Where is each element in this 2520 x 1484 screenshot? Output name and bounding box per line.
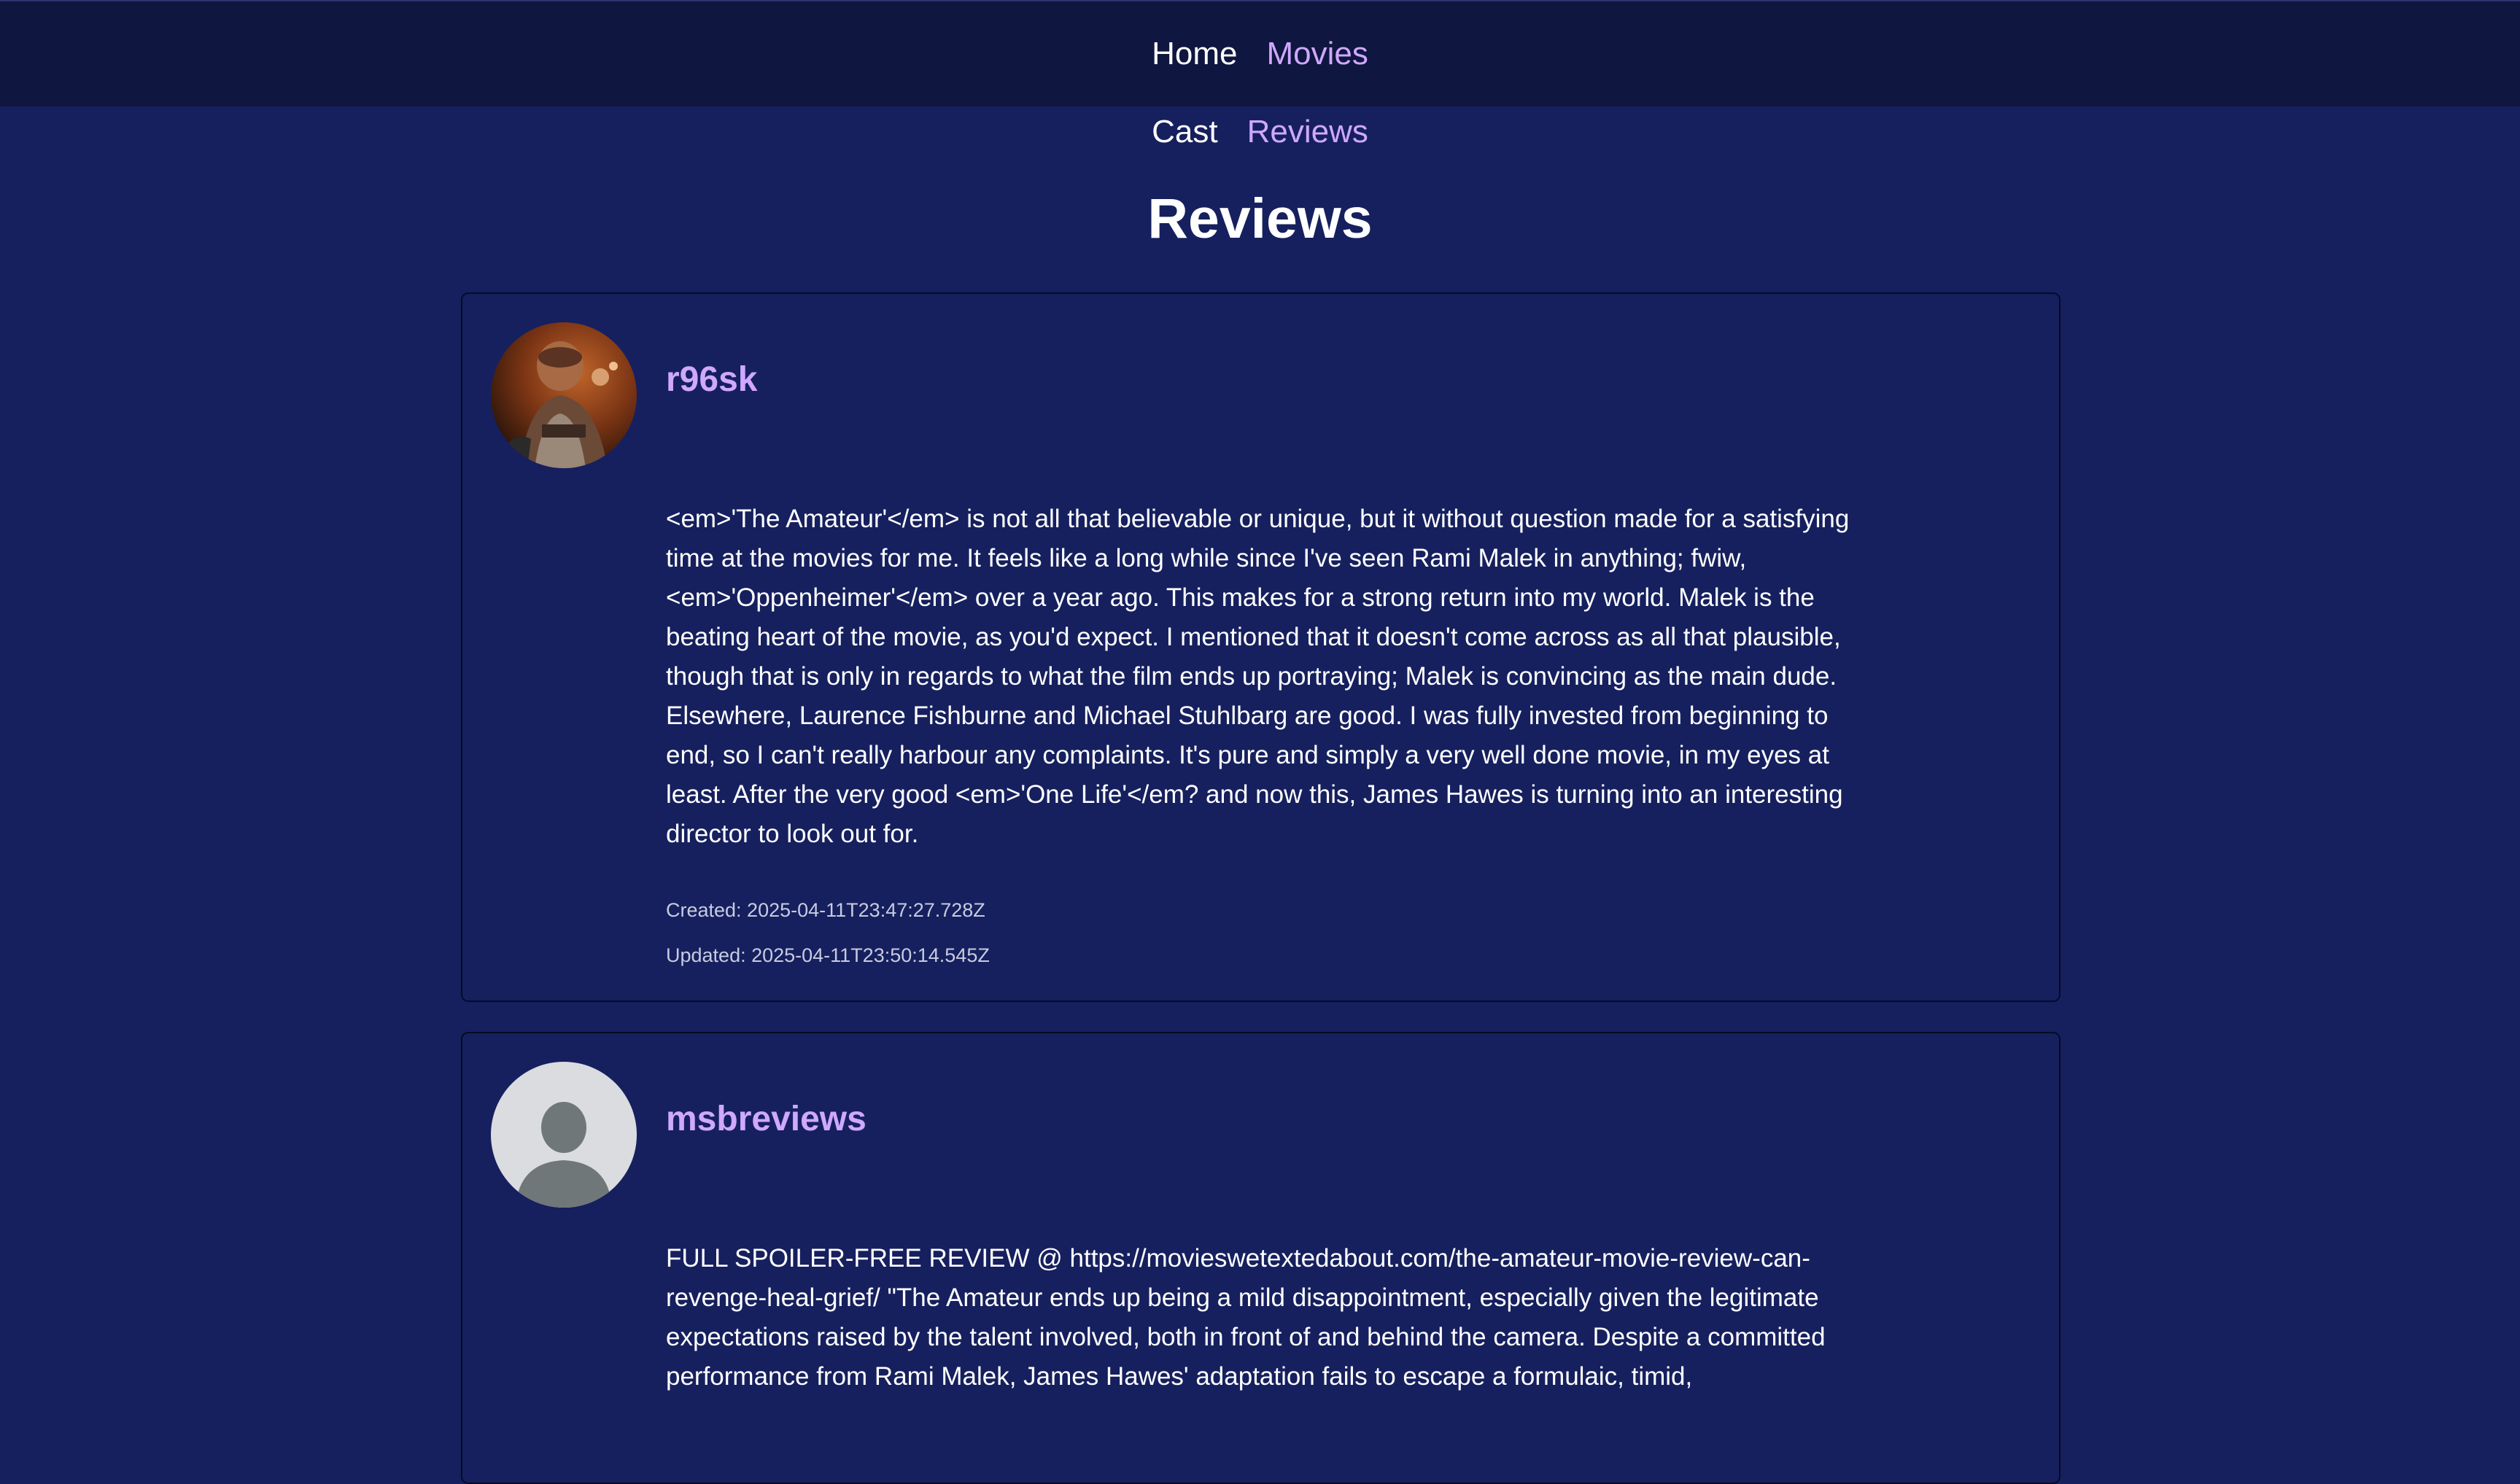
default-user-icon bbox=[491, 1062, 637, 1208]
avatar-image bbox=[491, 322, 637, 468]
review-content: <em>'The Amateur'</em> is not all that b… bbox=[666, 505, 1850, 848]
default-avatar-image bbox=[491, 1062, 637, 1208]
nav-link-movies[interactable]: Movies bbox=[1267, 36, 1368, 72]
review-author-link[interactable]: r96sk bbox=[666, 360, 757, 400]
review-author-link[interactable]: msbreviews bbox=[666, 1099, 867, 1139]
review-updated-date: Updated: 2025-04-11T23:50:14.545Z bbox=[666, 944, 990, 966]
review-content: FULL SPOILER-FREE REVIEW @ https://movie… bbox=[666, 1244, 1826, 1391]
review-created-date: Created: 2025-04-11T23:47:27.728Z bbox=[666, 899, 985, 921]
review-card: r96sk <em>'The Amateur'</em> is not all … bbox=[461, 292, 2060, 1002]
review-card: msbreviews FULL SPOILER-FREE REVIEW @ ht… bbox=[461, 1032, 2060, 1484]
subnav-link-cast[interactable]: Cast bbox=[1152, 114, 1217, 150]
user-photo-avatar bbox=[491, 322, 637, 468]
movie-subnav: Cast Reviews bbox=[0, 106, 2520, 158]
page-title: Reviews bbox=[1147, 187, 1373, 250]
nav-link-home[interactable]: Home bbox=[1152, 36, 1237, 72]
subnav-link-reviews[interactable]: Reviews bbox=[1247, 114, 1368, 150]
top-navigation-bar: Home Movies bbox=[0, 0, 2520, 106]
